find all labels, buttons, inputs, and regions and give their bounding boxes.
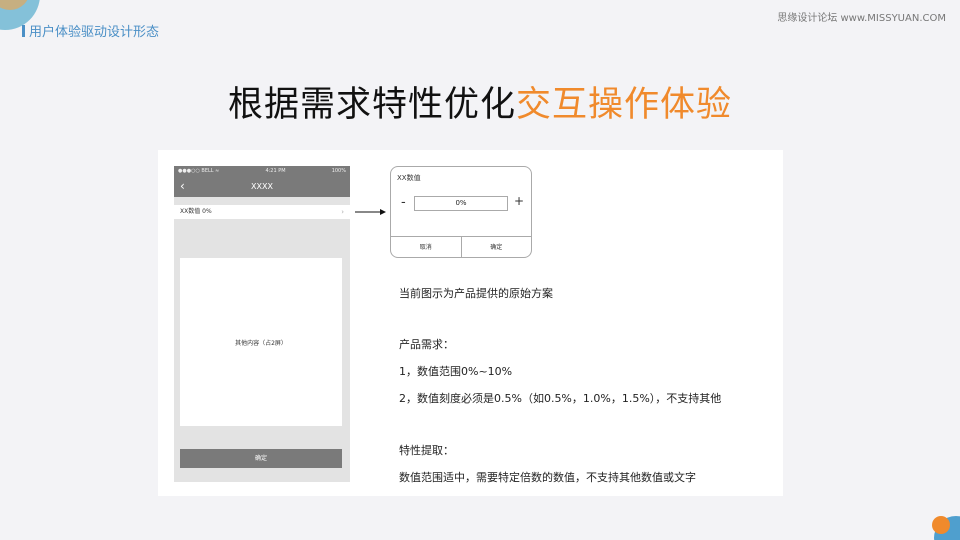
watermark: 思缘设计论坛 www.MISSYUAN.COM [777,13,946,24]
decrement-button[interactable]: - [401,195,406,210]
popup-actions: 取消 确定 [391,236,531,257]
increment-button[interactable]: + [514,194,524,208]
value-popup: XX数值 - 0% + 取消 确定 [390,166,532,258]
features-title: 特性提取： [399,444,454,457]
title-part1: 根据需求特性优化 [227,85,516,125]
phone-mockup: ●●●○○ BELL ≈ 4:21 PM 100% ‹ XXXX XX数值 0%… [174,166,350,482]
page-title: 根据需求特性优化交互操作体验 [0,76,960,127]
chevron-right-icon: › [341,208,344,216]
cancel-button[interactable]: 取消 [391,237,461,257]
other-content: 其他内容（占2屏） [180,258,342,426]
status-battery: 100% [331,168,346,174]
nav-title: XXXX [251,182,273,191]
back-icon[interactable]: ‹ [180,176,185,197]
phone-confirm-button[interactable]: 确定 [180,449,342,468]
status-time: 4:21 PM [265,168,286,174]
status-carrier: ●●●○○ BELL ≈ [178,168,220,174]
requirement-item: 2，数值刻度必须是0.5%（如0.5%，1.0%，1.5%），不支持其他 [399,392,722,405]
popup-title: XX数值 [397,174,421,182]
decor-circle [932,516,950,534]
content-card: ●●●○○ BELL ≈ 4:21 PM 100% ‹ XXXX XX数值 0%… [158,150,783,496]
section-tag-label: 用户体验驱动设计形态 [29,25,160,40]
desc-line: 当前图示为产品提供的原始方案 [399,287,553,300]
nav-bar: ‹ XXXX [174,176,350,197]
section-tag: 用户体验驱动设计形态 [22,21,159,40]
confirm-button[interactable]: 确定 [460,237,532,257]
value-row-label: XX数值 0% [180,208,212,215]
feature-item: 数值范围适中，需要特定倍数的数值，不支持其他数值或文字 [399,471,696,484]
other-content-label: 其他内容（占2屏） [235,339,287,347]
requirements-title: 产品需求： [399,338,454,351]
arrow-right-icon [355,209,386,215]
tag-bar [22,25,25,37]
requirement-item: 1，数值范围0%~10% [399,365,513,378]
value-row[interactable]: XX数值 0% › [174,205,350,219]
value-input[interactable]: 0% [414,196,508,211]
status-bar: ●●●○○ BELL ≈ 4:21 PM 100% [174,166,350,176]
title-part2: 交互操作体验 [516,85,733,125]
